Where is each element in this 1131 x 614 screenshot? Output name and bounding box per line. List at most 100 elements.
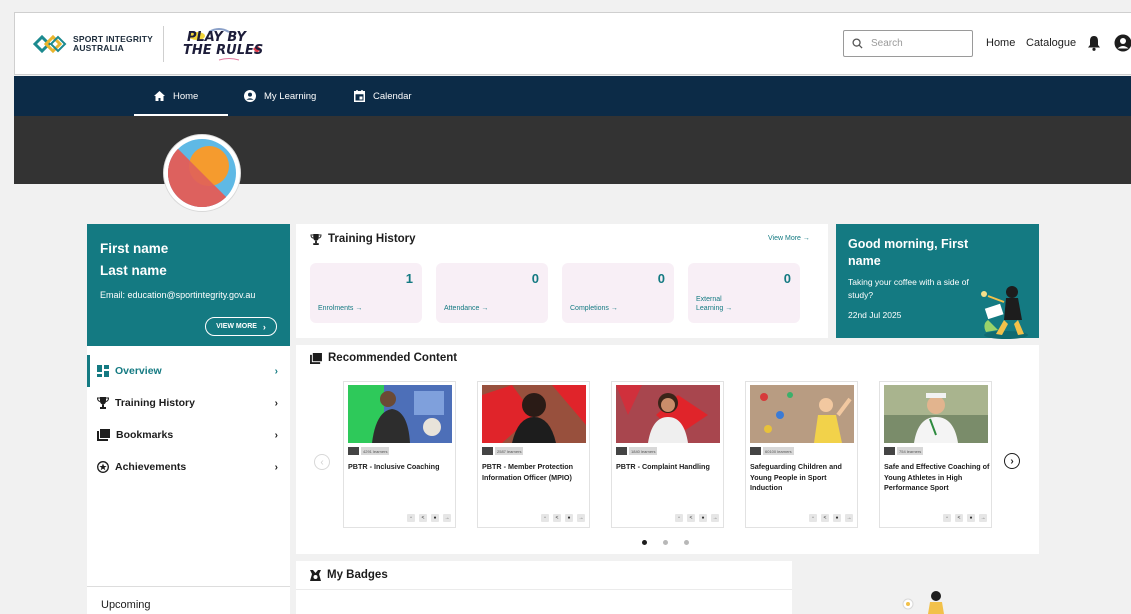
bookmark-icon[interactable]: ▫ — [407, 514, 415, 522]
library-icon — [310, 352, 322, 364]
user-account-icon[interactable] — [1114, 34, 1131, 52]
arrow-right-icon[interactable]: → — [443, 514, 451, 522]
greeting-headline: Good morning, First name — [848, 237, 969, 268]
side-menu-bookmarks-label: Bookmarks — [116, 429, 174, 441]
home-icon — [154, 91, 165, 101]
arrow-right-icon[interactable]: → — [711, 514, 719, 522]
arrow-right-icon[interactable]: → — [845, 514, 853, 522]
badges-divider — [296, 589, 792, 590]
content-card[interactable]: 4291 learners PBTR - Inclusive Coaching … — [343, 381, 456, 528]
sia-logo-icon — [33, 34, 67, 54]
profile-first-name: First name — [100, 241, 169, 256]
profile-last-name: Last name — [100, 263, 167, 278]
nav-tab-my-learning[interactable]: My Learning — [244, 76, 316, 116]
chevron-right-icon: › — [1010, 455, 1014, 467]
header-link-catalogue[interactable]: Catalogue — [1026, 37, 1076, 49]
content-card[interactable]: 754 learners Safe and Effective Coaching… — [879, 381, 992, 528]
card-thumbnail-image — [616, 385, 720, 443]
chevron-left-icon: ‹ — [320, 456, 324, 468]
learners-count: 754 learners — [897, 447, 924, 455]
search-input[interactable] — [871, 38, 961, 49]
arrow-right-icon: → — [802, 235, 810, 242]
bookmark-icon[interactable]: ▫ — [675, 514, 683, 522]
student-illustration-icon — [981, 286, 1028, 339]
my-badges-panel: My Badges — [296, 561, 792, 614]
bell-icon[interactable] — [1087, 35, 1101, 51]
content-card[interactable]: 1840 learners PBTR - Complaint Handling … — [611, 381, 724, 528]
stat-value: 0 — [531, 271, 539, 286]
main-nav: Home My Learning Calendar — [14, 76, 1131, 116]
nav-tab-home[interactable]: Home — [133, 76, 229, 116]
side-menu: Overview › Training History › Bookmarks … — [87, 346, 290, 614]
header-link-home[interactable]: Home — [986, 37, 1015, 49]
stat-label: Attendance → — [444, 305, 489, 312]
upcoming-heading: Upcoming — [101, 599, 151, 611]
carousel-next-button[interactable]: › — [1004, 453, 1020, 469]
share-icon[interactable]: < — [419, 514, 427, 522]
eye-icon[interactable]: ● — [967, 514, 975, 522]
avatar[interactable] — [163, 134, 241, 212]
carousel-dot-1[interactable] — [642, 540, 647, 545]
recommended-content-panel: Recommended Content ‹ 4291 learners PBTR… — [296, 345, 1039, 554]
bookmark-icon[interactable]: ▫ — [541, 514, 549, 522]
card-title: Safe and Effective Coaching of Young Ath… — [884, 462, 990, 492]
share-icon[interactable]: < — [821, 514, 829, 522]
bookmark-icon[interactable]: ▫ — [943, 514, 951, 522]
star-icon — [97, 461, 109, 473]
course-type-icon — [482, 447, 493, 455]
carousel-prev-button[interactable]: ‹ — [314, 454, 330, 470]
training-history-view-more-label: View More — [768, 235, 801, 242]
trophy-icon — [310, 233, 322, 245]
card-thumbnail-image — [482, 385, 586, 443]
training-history-view-more-link[interactable]: View More → — [768, 235, 810, 242]
carousel-dot-3[interactable] — [684, 540, 689, 545]
eye-icon[interactable]: ● — [565, 514, 573, 522]
search-box[interactable] — [843, 30, 973, 57]
greeting-card: Good morning, First name Taking your cof… — [836, 224, 1039, 339]
arrow-right-icon[interactable]: → — [979, 514, 987, 522]
card-thumbnail-image — [884, 385, 988, 443]
my-badges-title: My Badges — [310, 569, 388, 581]
profile-card: First name Last name Email: education@sp… — [87, 224, 290, 346]
card-thumbnail — [884, 385, 988, 443]
arrow-right-icon[interactable]: → — [577, 514, 585, 522]
bookmark-icon — [97, 429, 110, 441]
upcoming-divider — [87, 586, 290, 587]
side-menu-training-history[interactable]: Training History › — [87, 387, 290, 419]
logo-divider — [163, 26, 164, 62]
view-more-button[interactable]: VIEW MORE › — [205, 317, 277, 336]
stat-label: Completions → — [570, 305, 618, 312]
recommended-content-title-text: Recommended Content — [328, 352, 458, 364]
sport-integrity-australia-logo[interactable]: SPORT INTEGRITY AUSTRALIA — [33, 31, 153, 57]
nav-tab-calendar[interactable]: Calendar — [354, 76, 412, 116]
share-icon[interactable]: < — [687, 514, 695, 522]
greeting-subtitle: Taking your coffee with a side of study? — [848, 277, 969, 300]
bookmark-icon[interactable]: ▫ — [809, 514, 817, 522]
search-icon — [852, 38, 863, 49]
side-menu-achievements[interactable]: Achievements › — [87, 451, 290, 483]
share-icon[interactable]: < — [955, 514, 963, 522]
play-by-the-rules-logo[interactable]: PLAY BY THE RULES — [179, 27, 271, 63]
content-card[interactable]: 60100 learners Safeguarding Children and… — [745, 381, 858, 528]
eye-icon[interactable]: ● — [833, 514, 841, 522]
eye-icon[interactable]: ● — [699, 514, 707, 522]
content-card[interactable]: 2587 learners PBTR - Member Protection I… — [477, 381, 590, 528]
stat-card-completions[interactable]: 0 Completions → — [562, 263, 674, 323]
stat-card-attendance[interactable]: 0 Attendance → — [436, 263, 548, 323]
eye-icon[interactable]: ● — [431, 514, 439, 522]
training-history-title-text: Training History — [328, 233, 416, 245]
nav-tab-my-learning-label: My Learning — [264, 90, 317, 102]
user-circle-icon — [244, 90, 256, 102]
side-menu-overview[interactable]: Overview › — [87, 355, 290, 387]
share-icon[interactable]: < — [553, 514, 561, 522]
trophy-icon — [97, 397, 109, 409]
calendar-icon — [354, 90, 365, 102]
profile-email: Email: education@sportintegrity.gov.au — [100, 290, 256, 300]
carousel-dot-2[interactable] — [663, 540, 668, 545]
stat-card-external-learning[interactable]: 0 External Learning → — [688, 263, 800, 323]
chevron-right-icon: › — [262, 321, 266, 332]
stat-card-enrolments[interactable]: 1 Enrolments → — [310, 263, 422, 323]
side-menu-bookmarks[interactable]: Bookmarks › — [87, 419, 290, 451]
chevron-right-icon: › — [274, 429, 278, 441]
course-type-icon — [884, 447, 895, 455]
